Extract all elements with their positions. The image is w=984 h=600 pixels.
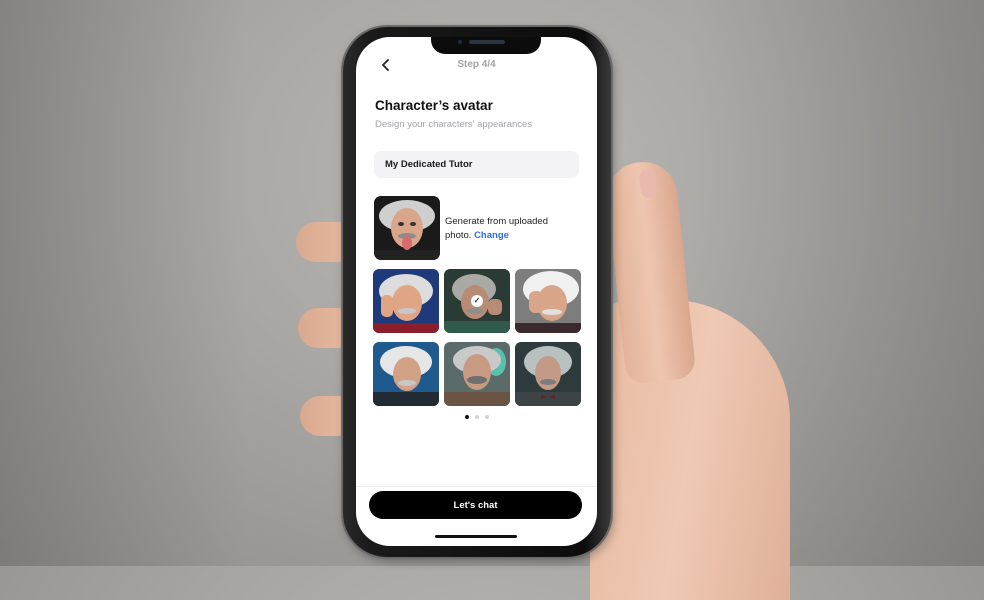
avatar-option-5[interactable] (444, 342, 510, 406)
avatar-option-6[interactable] (515, 342, 581, 406)
step-indicator: Step 4/4 (457, 59, 496, 70)
avatar-image (373, 342, 439, 406)
uploaded-photo[interactable] (374, 196, 440, 260)
uploaded-photo-image (374, 196, 440, 260)
avatar-image (515, 342, 581, 406)
notch (431, 37, 541, 54)
speaker-grille (469, 40, 505, 44)
avatar-option-3[interactable] (515, 269, 581, 333)
thumb-nail (638, 169, 658, 199)
page-dot-1[interactable] (464, 415, 469, 419)
avatar-image (444, 342, 510, 406)
camera-icon (458, 40, 462, 44)
character-name-input[interactable] (374, 151, 579, 178)
divider (356, 486, 597, 487)
avatar-option-4[interactable] (373, 342, 439, 406)
pagination-dots (356, 415, 597, 419)
page-title: Character’s avatar (375, 98, 493, 113)
selected-check-icon: ✓ (471, 295, 483, 307)
avatar-image (515, 269, 581, 333)
avatar-image (373, 269, 439, 333)
change-photo-link[interactable]: Change (474, 230, 509, 241)
home-indicator (435, 535, 517, 538)
page-dot-2[interactable] (474, 415, 479, 419)
avatar-option-1[interactable] (373, 269, 439, 333)
page-dot-3[interactable] (484, 415, 489, 419)
upload-description: Generate from uploaded photo. Change (445, 215, 575, 243)
lets-chat-button[interactable]: Let's chat (369, 491, 582, 519)
avatar-option-2[interactable]: ✓ (444, 269, 510, 333)
phone-screen: Step 4/4 Character’s avatar Design your … (356, 37, 597, 546)
page-subtitle: Design your characters' appearances (375, 119, 533, 130)
